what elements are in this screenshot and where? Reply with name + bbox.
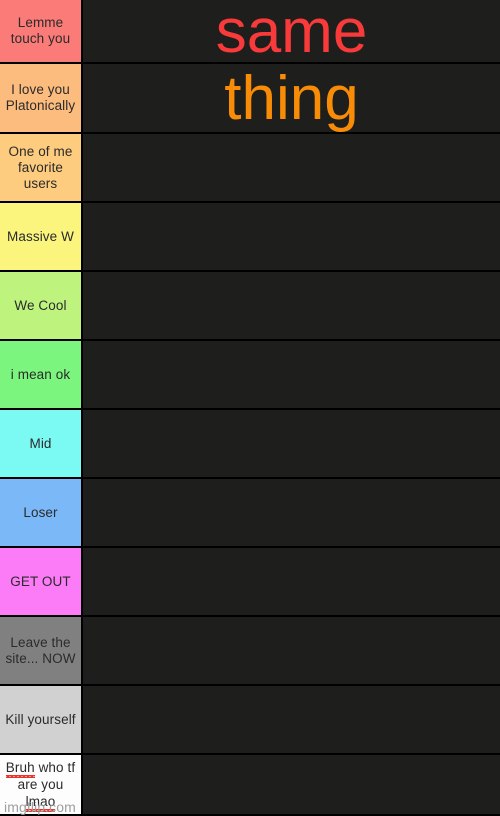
tier-row: I love you Platonically [0,64,500,134]
tier-drop-zone-3[interactable] [83,134,500,201]
tier-row: GET OUT [0,548,500,617]
tier-drop-zone-10[interactable] [83,617,500,684]
tier-row: Kill yourself [0,686,500,755]
tier-label-4[interactable]: Massive W [0,203,83,270]
tier-drop-zone-8[interactable] [83,479,500,546]
tier-row: One of me favorite users [0,134,500,203]
tier-drop-zone-1[interactable] [83,0,500,62]
tier-label-8[interactable]: Loser [0,479,83,546]
tier-label-2[interactable]: I love you Platonically [0,64,83,132]
tier-drop-zone-2[interactable] [83,64,500,132]
tier-row: We Cool [0,272,500,341]
tier-drop-zone-11[interactable] [83,686,500,753]
misspelled-word: Bruh [5,760,35,778]
tier-row: Mid [0,410,500,479]
imgflip-watermark: imgflip.com [4,799,76,815]
tier-label-3[interactable]: One of me favorite users [0,134,83,201]
tier-drop-zone-4[interactable] [83,203,500,270]
tier-label-10[interactable]: Leave the site... NOW [0,617,83,684]
tier-drop-zone-12[interactable] [83,755,500,814]
tier-label-9[interactable]: GET OUT [0,548,83,615]
tier-drop-zone-7[interactable] [83,410,500,477]
tier-label-1[interactable]: Lemme touch you [0,0,83,62]
tier-label-11[interactable]: Kill yourself [0,686,83,753]
tier-drop-zone-5[interactable] [83,272,500,339]
tier-row: Massive W [0,203,500,272]
tier-row: Leave the site... NOW [0,617,500,686]
tier-row: Lemme touch you [0,0,500,64]
tier-label-6[interactable]: i mean ok [0,341,83,408]
tier-row: i mean ok [0,341,500,410]
tier-label-5[interactable]: We Cool [0,272,83,339]
tier-row: Loser [0,479,500,548]
tier-drop-zone-6[interactable] [83,341,500,408]
tier-label-7[interactable]: Mid [0,410,83,477]
tier-drop-zone-9[interactable] [83,548,500,615]
tier-list-board: Lemme touch you I love you Platonically … [0,0,500,816]
